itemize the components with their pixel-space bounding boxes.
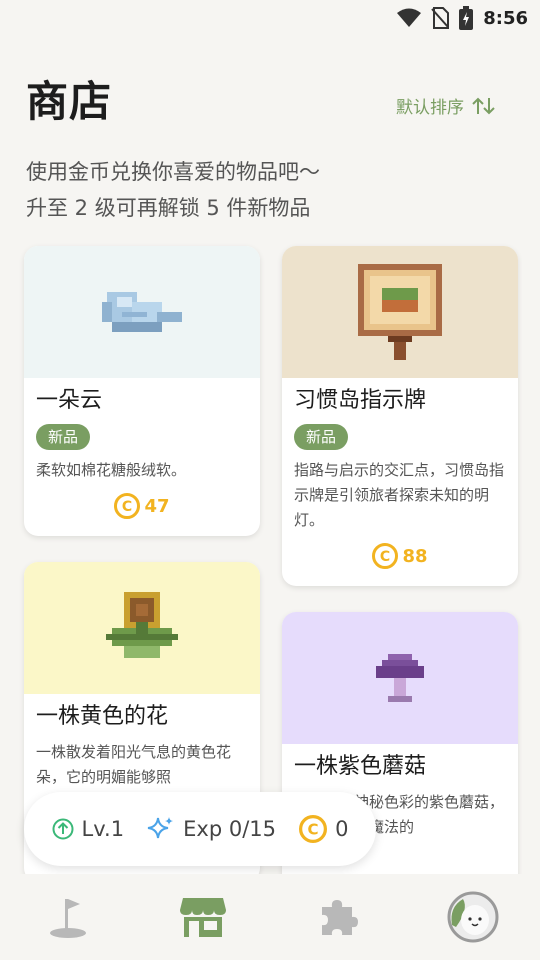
yellow-flower-icon	[106, 592, 178, 658]
nav-profile[interactable]	[438, 887, 508, 947]
nav-golf[interactable]	[33, 887, 103, 947]
product-description: 指路与启示的交汇点，习惯岛指示牌是引领旅者探索未知的明灯。	[294, 461, 505, 529]
battery-charging-icon	[459, 6, 474, 30]
wifi-icon	[397, 8, 422, 27]
page-title: 商店	[26, 77, 113, 126]
new-badge: 新品	[294, 424, 349, 450]
product-price: C 88	[282, 533, 518, 583]
avatar	[447, 891, 498, 943]
sort-label: 默认排序	[396, 98, 464, 118]
product-art	[282, 612, 518, 744]
level-value: Lv.1	[81, 817, 125, 841]
shop-icon	[179, 898, 226, 937]
coins-value: 0	[335, 817, 349, 841]
purple-mushroom-icon	[376, 654, 424, 702]
product-art	[282, 246, 518, 378]
status-time: 8:56	[483, 7, 528, 29]
sort-button[interactable]: 默认排序	[396, 93, 496, 118]
product-art	[24, 562, 260, 694]
price-value: 88	[402, 545, 428, 567]
product-description: 柔软如棉花糖般绒软。	[36, 461, 187, 479]
sort-arrows-icon	[472, 97, 495, 114]
puzzle-icon	[321, 900, 358, 935]
product-name: 一株黄色的花	[36, 704, 169, 729]
coin-icon: C	[372, 543, 399, 569]
product-name: 习惯岛指示牌	[294, 388, 427, 413]
sparkle-icon	[147, 817, 174, 839]
level-stat: Lv.1	[52, 817, 125, 841]
product-name: 一朵云	[36, 388, 103, 413]
signboard-icon	[358, 264, 442, 360]
status-bar: 8:56	[0, 0, 540, 36]
golf-flag-icon	[49, 899, 86, 938]
price-value: 47	[144, 495, 170, 517]
subtitle-line-2: 升至 2 级可再解锁 5 件新物品	[26, 196, 311, 220]
product-card-signboard[interactable]: 习惯岛指示牌 新品 指路与启示的交汇点，习惯岛指示牌是引领旅者探索未知的明灯。 …	[282, 246, 518, 586]
product-art	[24, 246, 260, 378]
svg-text:C: C	[308, 820, 319, 838]
coin-icon: C	[299, 815, 328, 843]
product-grid: 一朵云 新品 柔软如棉花糖般绒软。 C 47 习惯岛指示牌 新品 指路与启示的交…	[18, 238, 522, 878]
player-stats-bar: Lv.1 Exp 0/15 C 0	[24, 792, 376, 866]
bottom-navigation	[0, 874, 540, 960]
svg-text:C: C	[122, 499, 132, 515]
nav-shop[interactable]	[168, 887, 238, 947]
cloud-icon	[102, 292, 182, 332]
product-price: C 47	[24, 483, 260, 533]
product-description: 一株散发着阳光气息的黄色花朵，它的明媚能够照	[36, 743, 232, 786]
level-up-icon	[52, 818, 74, 840]
coin-icon: C	[114, 493, 141, 519]
svg-text:C: C	[380, 549, 390, 565]
new-badge: 新品	[36, 424, 91, 450]
subtitle: 使用金币兑换你喜爱的物品吧～ 升至 2 级可再解锁 5 件新物品	[26, 154, 320, 226]
exp-value: Exp 0/15	[183, 817, 276, 841]
nav-puzzle[interactable]	[303, 887, 373, 947]
no-sim-icon	[431, 7, 450, 29]
coins-stat: C 0	[299, 815, 348, 843]
subtitle-line-1: 使用金币兑换你喜爱的物品吧～	[26, 160, 320, 184]
product-name: 一株紫色蘑菇	[294, 754, 427, 779]
product-card-cloud[interactable]: 一朵云 新品 柔软如棉花糖般绒软。 C 47	[24, 246, 260, 536]
exp-stat: Exp 0/15	[147, 816, 276, 842]
